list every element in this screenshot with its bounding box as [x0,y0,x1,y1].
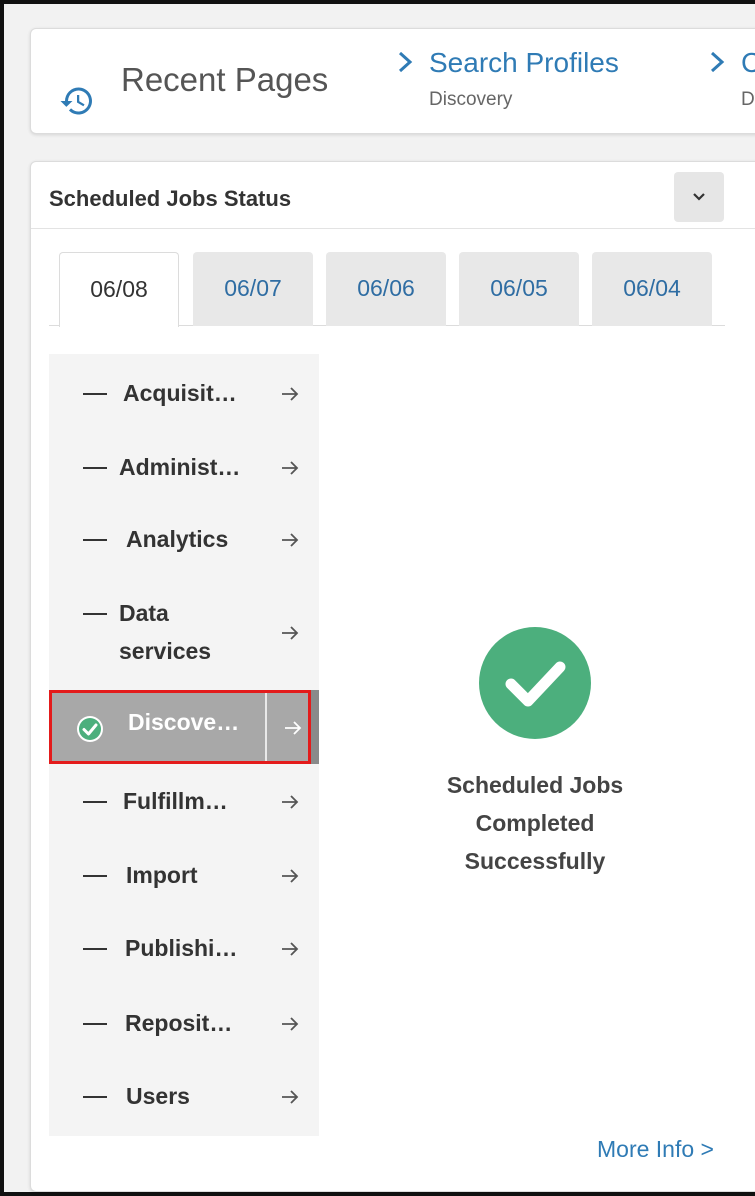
app-frame: Recent Pages Search Profiles Discovery C… [0,0,755,1196]
arrow-right-icon [282,942,299,956]
arrow-right-icon[interactable] [282,717,304,739]
status-message: Scheduled Jobs Completed Successfully [423,766,647,880]
dash-icon [83,393,107,395]
category-data-services[interactable]: Data services [49,594,319,672]
arrow-right-icon [282,387,299,401]
tab-0605[interactable]: 06/05 [459,252,579,326]
category-users[interactable]: Users [49,1077,319,1117]
more-info-link[interactable]: More Info > [597,1136,714,1163]
category-acquisitions[interactable]: Acquisit… [49,374,319,414]
category-label: Import [126,862,198,888]
dash-icon [83,1023,107,1025]
arrow-right-icon [282,795,299,809]
dash-icon [83,801,107,803]
recent-page-sub: Di [741,89,755,110]
category-list: Acquisit… Administ… Analytics Data servi… [49,354,319,1136]
category-analytics[interactable]: Analytics [49,520,319,560]
category-label: Analytics [126,526,229,552]
status-line: Scheduled Jobs [446,772,624,798]
recent-pages-bar: Recent Pages Search Profiles Discovery C… [30,28,755,134]
dash-icon [83,539,107,541]
arrow-right-icon [282,533,299,547]
category-label: services [119,638,212,664]
dash-icon [83,613,107,615]
category-label: Acquisit… [123,380,237,406]
category-label: Data [119,600,169,626]
tab-0606[interactable]: 06/06 [326,252,446,326]
status-line: Completed [475,810,595,836]
widget-title: Scheduled Jobs Status [49,186,292,211]
chevron-right-icon [398,51,413,73]
check-circle-icon [77,716,103,742]
chevron-right-icon [710,51,725,73]
chevron-down-icon [693,193,705,201]
recent-page-link[interactable]: C [741,47,755,79]
recent-page-link[interactable]: Search Profiles [429,47,619,79]
category-label: Publishi… [125,935,238,961]
dash-icon [83,1096,107,1098]
tab-0604[interactable]: 06/04 [592,252,712,326]
arrow-right-icon [282,626,299,640]
divider [265,693,267,761]
category-label: Users [126,1083,190,1109]
collapse-button[interactable] [674,172,724,222]
category-label: Administ… [119,454,241,480]
category-discovery[interactable]: Discove… [49,690,311,764]
category-administration[interactable]: Administ… [49,448,319,488]
category-label: Discove… [128,709,240,735]
category-label: Fulfillm… [123,788,228,814]
category-publishing[interactable]: Publishi… [49,929,319,969]
selection-indicator [311,690,319,764]
arrow-right-icon [282,869,299,883]
recent-pages-title: Recent Pages [121,61,329,98]
date-tabs: 06/08 06/07 06/06 06/05 06/04 [49,252,725,327]
status-line: Successfully [464,848,606,874]
category-label: Reposit… [125,1010,233,1036]
scheduled-jobs-widget: Scheduled Jobs Status 06/08 06/07 06/06 … [30,161,755,1192]
check-circle-icon [479,627,591,739]
recent-page-sub: Discovery [429,89,513,110]
history-icon [60,87,92,115]
dash-icon [83,467,107,469]
dash-icon [83,948,107,950]
category-fulfillment[interactable]: Fulfillm… [49,782,319,822]
tab-0607[interactable]: 06/07 [193,252,313,326]
tab-0608[interactable]: 06/08 [59,252,179,327]
arrow-right-icon [282,1017,299,1031]
category-repository[interactable]: Reposit… [49,1004,319,1044]
arrow-right-icon [282,1090,299,1104]
category-import[interactable]: Import [49,856,319,896]
dash-icon [83,875,107,877]
header-divider [31,228,755,229]
arrow-right-icon [282,461,299,475]
